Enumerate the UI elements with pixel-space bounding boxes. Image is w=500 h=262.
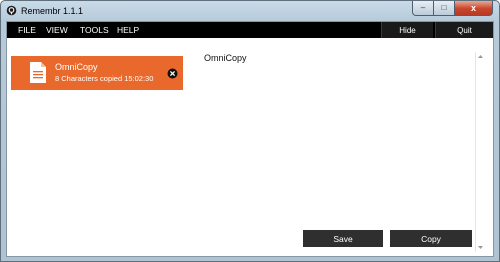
save-button[interactable]: Save bbox=[303, 230, 383, 247]
copy-button[interactable]: Copy bbox=[390, 230, 472, 247]
app-logo-icon bbox=[6, 5, 17, 16]
window-title: Remembr 1.1.1 bbox=[21, 6, 84, 16]
app-window: Remembr 1.1.1 – □ x FILE VIEW TOOLS HELP… bbox=[0, 0, 500, 262]
detail-title: OmniCopy bbox=[204, 53, 247, 63]
close-window-button[interactable]: x bbox=[455, 1, 493, 16]
window-controls: – □ x bbox=[412, 1, 493, 16]
clipboard-item-subtitle: 8 Characters copied 15:02:30 bbox=[55, 74, 154, 83]
menu-tools[interactable]: TOOLS bbox=[80, 25, 109, 35]
minimize-button[interactable]: – bbox=[412, 1, 434, 16]
document-icon bbox=[30, 62, 46, 83]
title-bar[interactable]: Remembr 1.1.1 – □ x bbox=[1, 1, 499, 21]
hide-button[interactable]: Hide bbox=[381, 22, 433, 38]
clipboard-item-card[interactable]: OmniCopy 8 Characters copied 15:02:30 bbox=[11, 56, 183, 90]
menu-bar: FILE VIEW TOOLS HELP Hide Quit bbox=[7, 22, 493, 38]
menu-view[interactable]: VIEW bbox=[46, 25, 68, 35]
quit-button[interactable]: Quit bbox=[435, 22, 493, 38]
scroll-down-icon[interactable] bbox=[477, 244, 484, 251]
remove-item-icon[interactable] bbox=[167, 68, 178, 79]
maximize-button[interactable]: □ bbox=[434, 1, 455, 16]
menu-file[interactable]: FILE bbox=[18, 25, 36, 35]
scroll-up-icon[interactable] bbox=[477, 53, 484, 60]
minimize-icon: – bbox=[420, 3, 426, 12]
close-icon: x bbox=[470, 2, 476, 13]
maximize-icon: □ bbox=[441, 3, 447, 12]
vertical-scrollbar[interactable] bbox=[475, 52, 484, 252]
clipboard-item-title: OmniCopy bbox=[55, 62, 98, 72]
menu-help[interactable]: HELP bbox=[117, 25, 139, 35]
app-content: FILE VIEW TOOLS HELP Hide Quit OmniCopy … bbox=[6, 21, 494, 257]
